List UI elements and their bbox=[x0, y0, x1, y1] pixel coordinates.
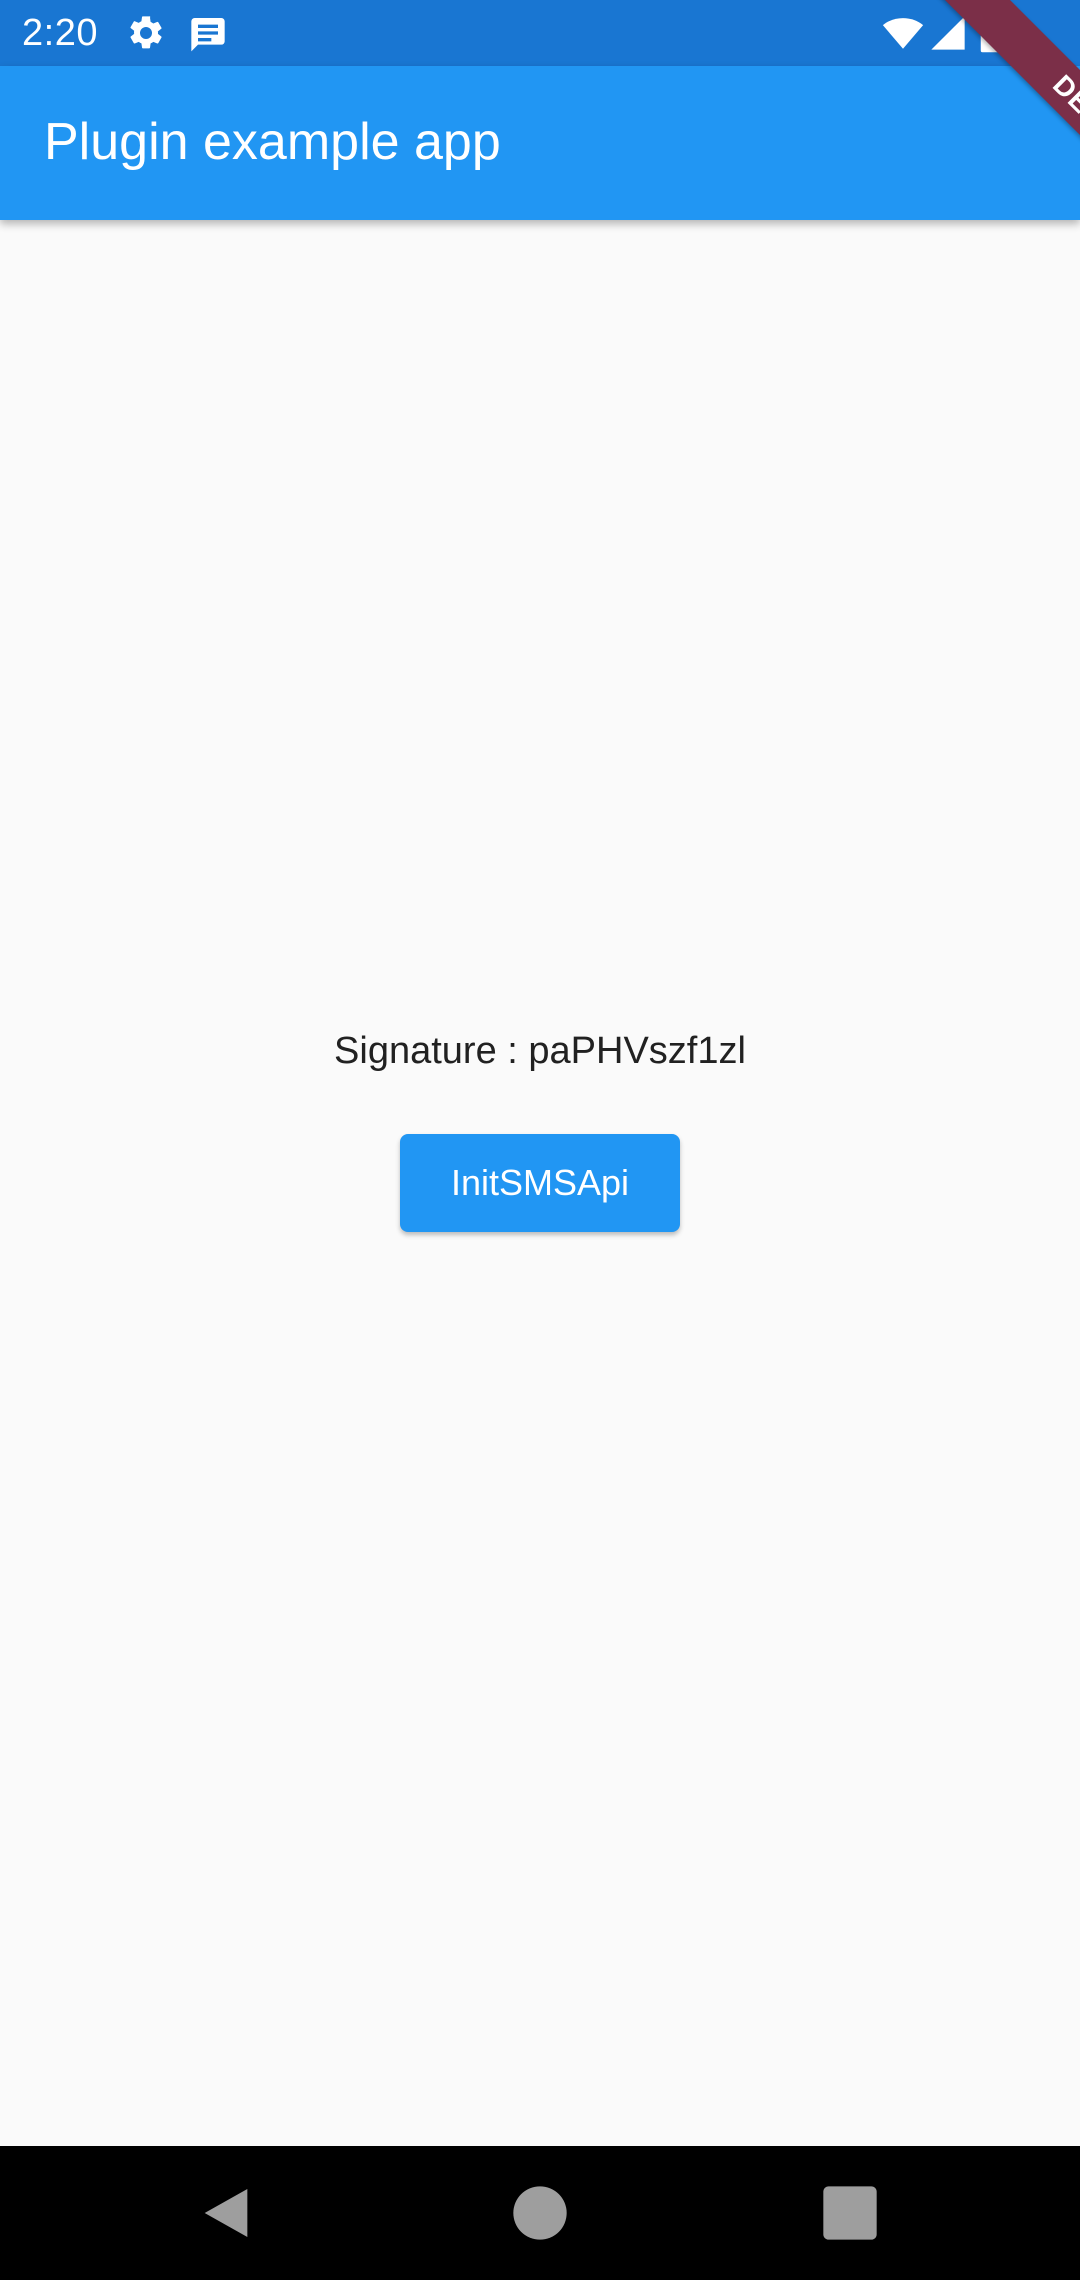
back-triangle-icon[interactable] bbox=[194, 2181, 258, 2245]
wifi-icon bbox=[882, 12, 924, 54]
app-title: Plugin example app bbox=[44, 113, 501, 171]
signature-text: Signature : paPHVszf1zl bbox=[334, 1030, 746, 1072]
message-notification-icon bbox=[188, 13, 228, 53]
status-bar: 2:20 bbox=[0, 0, 1080, 66]
settings-gear-icon bbox=[126, 13, 166, 53]
main-content: Signature : paPHVszf1zl InitSMSApi bbox=[0, 220, 1080, 2146]
status-time: 2:20 bbox=[22, 12, 98, 54]
home-circle-icon[interactable] bbox=[508, 2181, 572, 2245]
navigation-bar bbox=[0, 2146, 1080, 2280]
cell-signal-icon bbox=[928, 13, 968, 53]
recents-square-icon[interactable] bbox=[818, 2181, 882, 2245]
app-bar: Plugin example app bbox=[0, 66, 1080, 220]
init-sms-api-button[interactable]: InitSMSApi bbox=[400, 1134, 680, 1232]
screen: 2:20 Plugin example app DEBUG Signature … bbox=[0, 0, 1080, 2280]
